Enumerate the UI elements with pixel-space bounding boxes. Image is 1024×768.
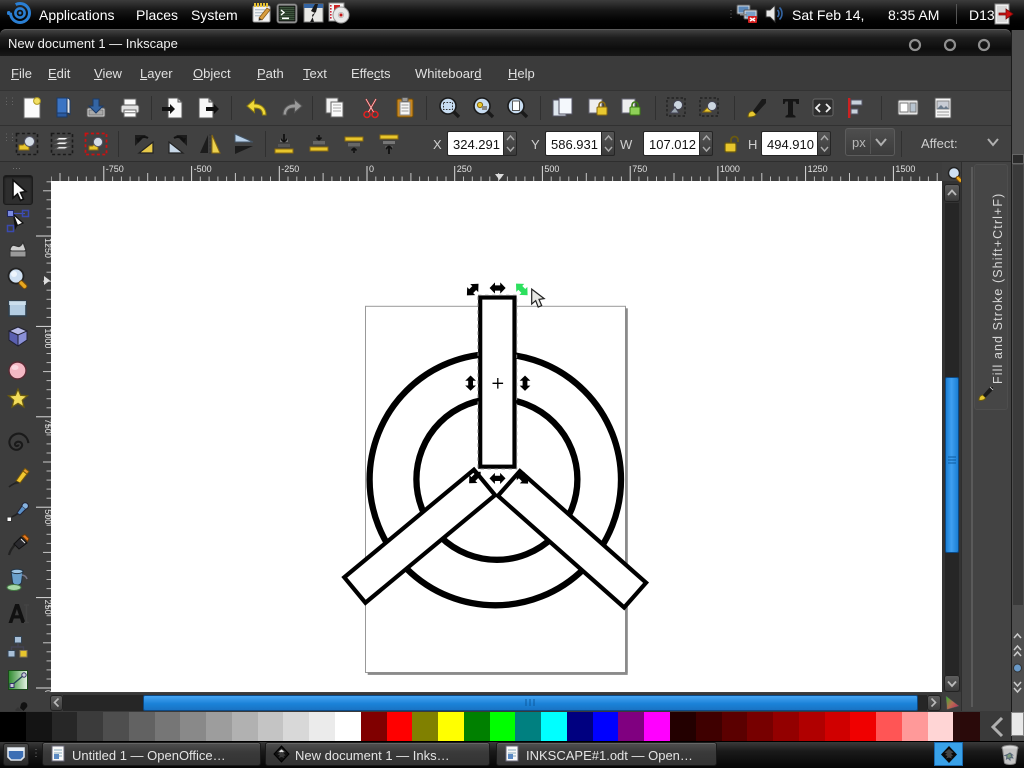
svg-text:750: 750 [43, 419, 51, 434]
svg-text:1250: 1250 [808, 164, 828, 174]
svg-text:1000: 1000 [43, 328, 51, 348]
svg-text:0: 0 [369, 164, 374, 174]
svg-text:500: 500 [544, 164, 559, 174]
svg-text:-500: -500 [194, 164, 212, 174]
svg-text:0: 0 [43, 690, 51, 692]
svg-text:250: 250 [43, 600, 51, 615]
svg-text:750: 750 [632, 164, 647, 174]
svg-text:-250: -250 [281, 164, 299, 174]
svg-text:-750: -750 [106, 164, 124, 174]
svg-text:1500: 1500 [895, 164, 915, 174]
svg-text:1000: 1000 [720, 164, 740, 174]
svg-text:500: 500 [43, 509, 51, 524]
svg-text:Fill and Stroke (Shift+Ctrl+F): Fill and Stroke (Shift+Ctrl+F) [991, 193, 1005, 384]
svg-text:1250: 1250 [43, 238, 51, 258]
svg-text:250: 250 [457, 164, 472, 174]
